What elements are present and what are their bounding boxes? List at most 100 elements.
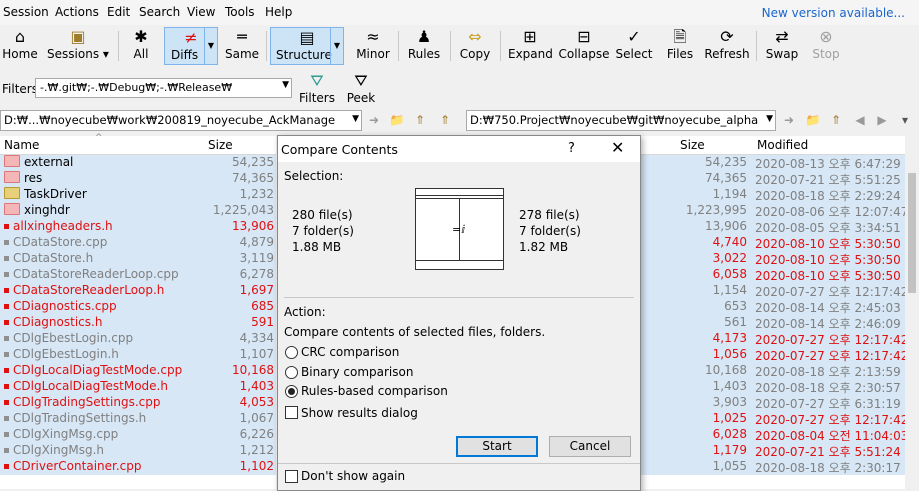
header-modified[interactable]: Modified — [757, 138, 808, 152]
right-list-row[interactable]: 1,056 2020-07-27 오후 12:17:42 — [640, 347, 905, 363]
collapse-button[interactable]: ⊟ Collapse — [558, 27, 610, 65]
header-name[interactable]: Name — [4, 138, 39, 152]
left-list-row[interactable]: CDlgEbestLogin.cpp 4,334 — [0, 331, 276, 347]
left-list-row[interactable]: external 54,235 — [0, 155, 276, 171]
crc-label[interactable]: CRC comparison — [301, 345, 399, 359]
folder-up-icon[interactable]: ⇑ — [437, 113, 453, 127]
folder-browse-icon[interactable]: 📁 — [805, 113, 821, 127]
left-list-row[interactable]: CDataStore.h 3,119 — [0, 251, 276, 267]
right-list-row[interactable]: 653 2020-08-14 오후 2:45:03 — [640, 299, 905, 315]
right-list-row[interactable]: 54,235 2020-08-13 오후 6:47:29 — [640, 155, 905, 171]
right-list-row[interactable]: 1,055 2020-08-18 오후 2:30:17 — [640, 459, 905, 475]
chevron-down-icon[interactable]: ▼ — [204, 28, 217, 64]
left-list-row[interactable]: CDlgXingMsg.cpp 6,226 — [0, 427, 276, 443]
binary-label[interactable]: Binary comparison — [301, 365, 413, 379]
left-list-row[interactable]: res 74,365 — [0, 171, 276, 187]
left-list-row[interactable]: CDlgTradingSettings.h 1,067 — [0, 411, 276, 427]
stop-button[interactable]: ⊗ Stop — [810, 27, 842, 65]
right-list-row[interactable]: 6,058 2020-08-10 오후 5:30:50 — [640, 267, 905, 283]
right-list-row[interactable]: 1,194 2020-08-18 오후 2:29:24 — [640, 187, 905, 203]
filters-input[interactable]: -.₩.git₩;-.₩Debug₩;-.₩Release₩ ▼ — [35, 78, 292, 98]
right-list-row[interactable]: 1,025 2020-07-27 오후 12:17:42 — [640, 411, 905, 427]
folder-up-icon[interactable]: ⇑ — [828, 113, 844, 127]
menu-edit[interactable]: Edit — [107, 5, 130, 19]
rules-radio[interactable] — [285, 385, 298, 398]
sessions-button[interactable]: ▣ Sessions ▾ — [46, 27, 110, 65]
arrow-right-icon[interactable]: ➜ — [781, 113, 797, 127]
folder-up-icon[interactable]: ⇑ — [412, 113, 428, 127]
header-size[interactable]: Size — [680, 138, 705, 152]
chevron-down-icon[interactable]: ▼ — [330, 28, 343, 64]
left-path-input[interactable]: D:₩...₩noyecube₩work₩200819_noyecube_Ack… — [0, 110, 362, 131]
left-list-row[interactable]: CDlgLocalDiagTestMode.h 1,403 — [0, 379, 276, 395]
header-size[interactable]: Size — [208, 138, 233, 152]
files-button[interactable]: 🗎 Files — [664, 27, 696, 65]
chevron-down-icon[interactable]: ▼ — [766, 114, 773, 124]
select-button[interactable]: ✓ Select — [614, 27, 654, 65]
all-button[interactable]: ✱ All — [128, 27, 154, 65]
right-list-row[interactable]: 3,022 2020-08-10 오후 5:30:50 — [640, 251, 905, 267]
show-results-checkbox[interactable] — [285, 406, 298, 419]
right-list-row[interactable]: 1,403 2020-08-18 오후 2:30:57 — [640, 379, 905, 395]
chevron-down-icon[interactable]: ▾ — [897, 113, 913, 127]
rules-button[interactable]: ♟ Rules — [406, 27, 442, 65]
right-list-row[interactable]: 1,179 2020-07-21 오후 5:51:24 — [640, 443, 905, 459]
copy-button[interactable]: ⇔ Copy — [458, 27, 492, 65]
diffs-button[interactable]: ≠ Diffs ▼ — [164, 27, 218, 65]
left-list-row[interactable]: CDataStore.cpp 4,879 — [0, 235, 276, 251]
right-list-row[interactable]: 4,740 2020-08-10 오후 5:30:50 — [640, 235, 905, 251]
menu-search[interactable]: Search — [139, 5, 180, 19]
right-list-row[interactable]: 6,028 2020-08-04 오전 11:04:03 — [640, 427, 905, 443]
binary-radio[interactable] — [285, 366, 298, 379]
left-list-row[interactable]: CDiagnostics.h 591 — [0, 315, 276, 331]
close-button[interactable]: ✕ — [611, 138, 624, 157]
left-list-row[interactable]: allxingheaders.h 13,906 — [0, 219, 276, 235]
same-button[interactable]: ═ Same — [224, 27, 260, 65]
filters-button[interactable]: ⛛ Filters — [298, 71, 336, 109]
left-list-row[interactable]: xinghdr 1,225,043 — [0, 203, 276, 219]
right-list-row[interactable]: 561 2020-08-14 오후 2:46:09 — [640, 315, 905, 331]
right-list-row[interactable]: 13,906 2020-08-05 오후 3:34:51 — [640, 219, 905, 235]
peek-button[interactable]: ⛛ Peek — [344, 71, 378, 109]
right-list-row[interactable]: 1,154 2020-07-27 오후 12:17:42 — [640, 283, 905, 299]
crc-radio[interactable] — [285, 346, 298, 359]
start-button[interactable]: Start — [456, 436, 538, 457]
left-list-row[interactable]: CDlgLocalDiagTestMode.cpp 10,168 — [0, 363, 276, 379]
left-list-row[interactable]: CDlgEbestLogin.h 1,107 — [0, 347, 276, 363]
right-list-row[interactable]: 74,365 2020-07-21 오후 5:51:25 — [640, 171, 905, 187]
new-version-link[interactable]: New version available... — [762, 6, 905, 20]
right-list-row[interactable]: 10,168 2020-08-18 오후 2:13:59 — [640, 363, 905, 379]
home-button[interactable]: ⌂ Home — [2, 27, 38, 65]
right-list-row[interactable]: 3,903 2020-07-27 오후 6:31:19 — [640, 395, 905, 411]
arrow-right-icon[interactable]: ➜ — [366, 113, 382, 127]
left-list-row[interactable]: CDiagnostics.cpp 685 — [0, 299, 276, 315]
menu-help[interactable]: Help — [265, 5, 292, 19]
menu-view[interactable]: View — [187, 5, 215, 19]
right-list-row[interactable]: 4,173 2020-07-27 오후 12:17:42 — [640, 331, 905, 347]
forward-icon[interactable]: ▶ — [874, 113, 890, 127]
cancel-button[interactable]: Cancel — [549, 436, 631, 457]
left-list-row[interactable]: TaskDriver 1,232 — [0, 187, 276, 203]
scrollbar-thumb[interactable] — [908, 173, 916, 293]
left-list-row[interactable]: CDlgTradingSettings.cpp 4,053 — [0, 395, 276, 411]
refresh-button[interactable]: ⟳ Refresh — [704, 27, 750, 65]
menu-tools[interactable]: Tools — [225, 5, 255, 19]
folder-browse-icon[interactable]: 📁 — [389, 113, 405, 127]
back-icon[interactable]: ◀ — [852, 113, 868, 127]
left-list-row[interactable]: CDataStoreReaderLoop.h 1,697 — [0, 283, 276, 299]
rules-label[interactable]: Rules-based comparison — [301, 384, 448, 398]
dont-show-label[interactable]: Don't show again — [301, 469, 405, 483]
expand-button[interactable]: ⊞ Expand — [508, 27, 553, 65]
left-list-row[interactable]: CDriverContainer.cpp 1,102 — [0, 459, 276, 475]
right-list-row[interactable]: 1,223,995 2020-08-06 오후 12:07:47 — [640, 203, 905, 219]
dont-show-checkbox[interactable] — [285, 470, 298, 483]
show-results-label[interactable]: Show results dialog — [301, 406, 418, 420]
chevron-down-icon[interactable]: ▼ — [282, 80, 289, 90]
minor-button[interactable]: ≈ Minor — [354, 27, 392, 65]
chevron-down-icon[interactable]: ▼ — [352, 114, 359, 124]
left-list-row[interactable]: CDlgXingMsg.h 1,212 — [0, 443, 276, 459]
left-list-row[interactable]: CDataStoreReaderLoop.cpp 6,278 — [0, 267, 276, 283]
help-button[interactable]: ? — [568, 141, 575, 156]
right-path-input[interactable]: D:₩750.Project₩noyecube₩git₩noyecube_alp… — [466, 110, 776, 131]
structure-button[interactable]: ▤ Structure ▼ — [270, 27, 344, 65]
